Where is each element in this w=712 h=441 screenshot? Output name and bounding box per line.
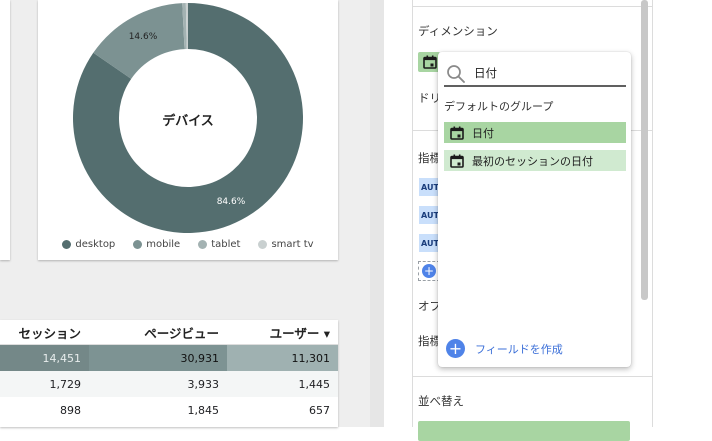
legend-swatch	[62, 240, 72, 249]
legend-label: mobile	[146, 239, 181, 250]
table-cell: 14,451	[0, 345, 89, 371]
table-cell: 11,301	[227, 345, 338, 371]
table-cell: 1,445	[298, 377, 331, 391]
panel-divider	[652, 0, 653, 427]
add-metric-button[interactable]: +	[418, 261, 440, 281]
table-cell: 1,845	[187, 403, 220, 417]
donut-label-mobile: 14.6%	[129, 32, 158, 42]
table-cell: 3,933	[187, 377, 220, 391]
panel-divider	[412, 6, 652, 7]
column-header-users[interactable]: ユーザー ▾	[227, 320, 338, 344]
table-row: 1,729 3,933 1,445	[0, 371, 338, 397]
legend-item-desktop[interactable]: desktop	[62, 239, 115, 250]
field-option-first-session-date[interactable]: 最初のセッションの日付	[444, 150, 626, 171]
legend-swatch	[258, 240, 268, 249]
legend-label: desktop	[75, 239, 116, 250]
table-cell: 657	[309, 403, 330, 417]
column-header-sessions[interactable]: セッション	[0, 320, 89, 344]
dimension-chip[interactable]	[418, 52, 440, 72]
legend-item-mobile[interactable]: mobile	[133, 239, 180, 250]
create-field-button[interactable]: + フィールドを作成	[446, 339, 563, 358]
calendar-icon	[450, 126, 464, 140]
field-picker-dropdown: 日付 デフォルトのグループ 日付 最初のセッションの日付 + フィールドを作成	[438, 52, 631, 367]
donut-chart: デバイス 84.6% 14.6%	[73, 3, 303, 234]
calendar-icon	[423, 55, 437, 69]
column-header-pageviews[interactable]: ページビュー	[89, 320, 227, 344]
table-row: 898 1,845 657	[0, 397, 338, 423]
field-option-label: 日付	[472, 126, 494, 140]
chart-legend: desktop mobile tablet smart tv	[38, 239, 338, 250]
field-group-label: デフォルトのグループ	[444, 100, 554, 113]
table-cell: 30,931	[89, 345, 227, 371]
sort-section-label: 並べ替え	[418, 394, 464, 408]
field-option-label: 最初のセッションの日付	[472, 154, 593, 168]
plus-icon: +	[422, 264, 436, 278]
donut-label-desktop: 84.6%	[217, 197, 246, 207]
table-chart-card[interactable]: セッション ページビュー ユーザー ▾ 14,451 30,931 11,301…	[0, 320, 338, 427]
search-icon	[447, 65, 465, 83]
legend-item-tablet[interactable]: tablet	[198, 239, 240, 250]
field-option-date[interactable]: 日付	[444, 122, 626, 143]
legend-swatch	[198, 240, 208, 249]
table-cell: 1,729	[49, 377, 82, 391]
legend-swatch	[133, 240, 143, 249]
table-row: 14,451 30,931 11,301	[0, 345, 338, 371]
legend-label: tablet	[211, 239, 241, 250]
sort-chip[interactable]	[418, 421, 630, 441]
legend-item-smart-tv[interactable]: smart tv	[258, 239, 314, 250]
panel-scrollbar-thumb[interactable]	[641, 0, 648, 300]
left-chart-card[interactable]	[0, 0, 10, 260]
create-field-label: フィールドを作成	[475, 342, 563, 356]
donut-center-label: デバイス	[162, 113, 214, 129]
calendar-icon	[450, 154, 464, 168]
legend-label: smart tv	[271, 239, 314, 250]
canvas-scrollbar[interactable]	[370, 0, 384, 427]
dimension-section-label: ディメンション	[418, 24, 498, 38]
plus-icon: +	[446, 339, 465, 358]
panel-divider	[412, 376, 652, 377]
donut-chart-card[interactable]: デバイス 84.6% 14.6% desktop mobile tablet s…	[38, 0, 338, 260]
field-search-input[interactable]: 日付	[474, 65, 497, 81]
table-header: セッション ページビュー ユーザー ▾	[0, 320, 338, 345]
search-underline	[444, 85, 626, 87]
table-cell: 898	[60, 403, 81, 417]
panel-divider	[412, 0, 413, 427]
